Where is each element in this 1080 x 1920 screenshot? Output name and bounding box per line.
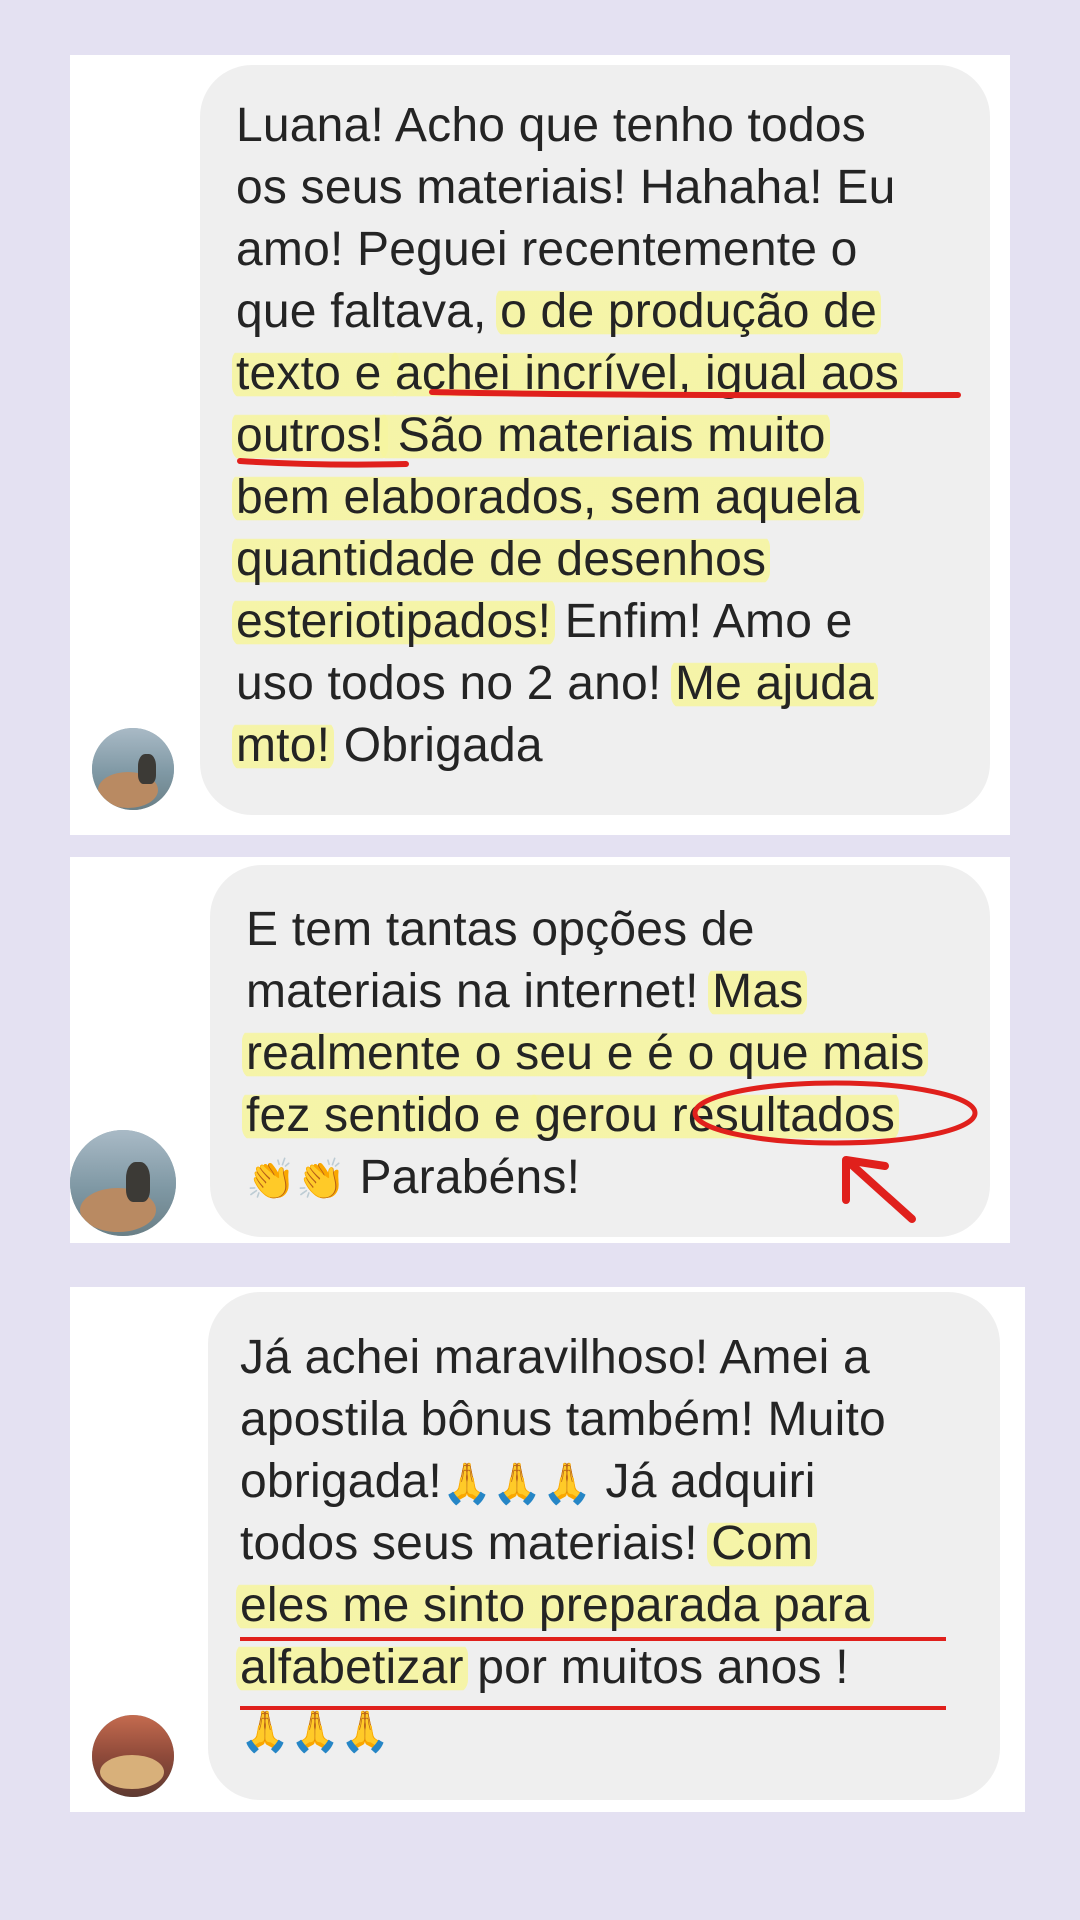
- message-text: Já achei maravilhoso! Amei a: [240, 1331, 870, 1384]
- message-line: alfabetizar por muitos anos !: [236, 1637, 886, 1699]
- highlighted-text: o de produção de: [496, 285, 881, 338]
- emoji-icon: 🙏🙏🙏: [240, 1709, 391, 1755]
- message-text: amo! Peguei recentemente o: [236, 223, 858, 276]
- highlighted-text: mto!: [232, 719, 335, 772]
- message-line: esteriotipados! Enfim! Amo e: [232, 591, 899, 653]
- message-text-2: E tem tantas opções de materiais na inter…: [242, 899, 929, 1209]
- highlighted-text: alfabetizar: [236, 1641, 468, 1694]
- message-line: uso todos no 2 ano! Me ajuda: [236, 653, 899, 715]
- message-text: por muitos anos !: [463, 1641, 849, 1694]
- message-line: texto e achei incrível, igual aos: [232, 343, 903, 405]
- message-line: bem elaborados, sem aquela: [232, 467, 899, 529]
- message-text: uso todos no 2 ano!: [236, 657, 675, 710]
- message-line: quantidade de desenhos: [232, 529, 899, 591]
- message-card-2: E tem tantas opções de materiais na inter…: [70, 857, 1010, 1243]
- highlighted-text: Mas: [708, 965, 808, 1018]
- message-text: Obrigada: [330, 719, 543, 772]
- message-line: eles me sinto preparada para: [236, 1575, 886, 1637]
- highlighted-text: esteriotipados!: [232, 595, 556, 648]
- emoji-icon: 👏👏: [246, 1157, 347, 1203]
- message-line: todos seus materiais! Com: [240, 1513, 886, 1575]
- message-text: E tem tantas opções de: [246, 903, 755, 956]
- message-line: amo! Peguei recentemente o: [236, 219, 899, 281]
- highlighted-text: São materiais muito: [380, 409, 830, 462]
- message-line: Luana! Acho que tenho todos: [236, 95, 899, 157]
- emoji-icon: 🙏🙏🙏: [441, 1461, 592, 1507]
- highlighted-text: fez sentido e: [242, 1089, 539, 1142]
- message-card-3: Já achei maravilhoso! Amei a apostila bôn…: [70, 1287, 1025, 1812]
- avatar[interactable]: [70, 1130, 176, 1236]
- message-line: E tem tantas opções de: [246, 899, 924, 961]
- message-line: 🙏🙏🙏: [240, 1699, 886, 1761]
- highlighted-text: outros!: [232, 409, 389, 462]
- highlighted-text: realmente o seu e é o que mais: [242, 1027, 929, 1080]
- message-text-3: Já achei maravilhoso! Amei a apostila bôn…: [236, 1327, 886, 1761]
- message-text: os seus materiais! Hahaha! Eu: [236, 161, 896, 214]
- message-text-1: Luana! Acho que tenho todos os seus mater…: [232, 95, 903, 777]
- message-text: todos seus materiais!: [240, 1517, 712, 1570]
- highlighted-text: bem elaborados, sem aquela: [232, 471, 865, 524]
- message-text: materiais na internet!: [246, 965, 713, 1018]
- highlighted-text: texto e: [232, 347, 400, 400]
- message-line: os seus materiais! Hahaha! Eu: [236, 157, 899, 219]
- message-card-1: Luana! Acho que tenho todos os seus mater…: [70, 55, 1010, 835]
- message-line: que faltava, o de produção de: [236, 281, 899, 343]
- message-line: obrigada!🙏🙏🙏 Já adquiri: [240, 1451, 886, 1513]
- message-line: materiais na internet! Mas: [246, 961, 924, 1023]
- message-line: apostila bônus também! Muito: [240, 1389, 886, 1451]
- highlighted-text: achei incrível, igual aos: [391, 347, 903, 400]
- message-line: Já achei maravilhoso! Amei a: [240, 1327, 886, 1389]
- highlighted-text: Me ajuda: [671, 657, 879, 710]
- message-text: apostila bônus também! Muito: [240, 1393, 886, 1446]
- highlighted-text: quantidade de desenhos: [232, 533, 771, 586]
- highlighted-text: gerou resultados: [530, 1089, 900, 1142]
- message-line: 👏👏 Parabéns!: [246, 1147, 924, 1209]
- avatar[interactable]: [92, 1715, 174, 1797]
- message-line: mto! Obrigada: [232, 715, 899, 777]
- message-text: Já adquiri: [591, 1455, 816, 1508]
- highlighted-text: Com: [707, 1517, 818, 1570]
- message-text: que faltava,: [236, 285, 501, 338]
- message-line: fez sentido e gerou resultados: [242, 1085, 924, 1147]
- message-text: obrigada!: [240, 1455, 442, 1508]
- message-text: Parabéns!: [346, 1151, 581, 1204]
- avatar[interactable]: [92, 728, 174, 810]
- message-line: outros! São materiais muito: [232, 405, 899, 467]
- highlighted-text: eles me sinto preparada para: [236, 1579, 874, 1632]
- message-text: Enfim! Amo e: [551, 595, 853, 648]
- message-text: Luana! Acho que tenho todos: [236, 99, 866, 152]
- message-line: realmente o seu e é o que mais: [242, 1023, 929, 1085]
